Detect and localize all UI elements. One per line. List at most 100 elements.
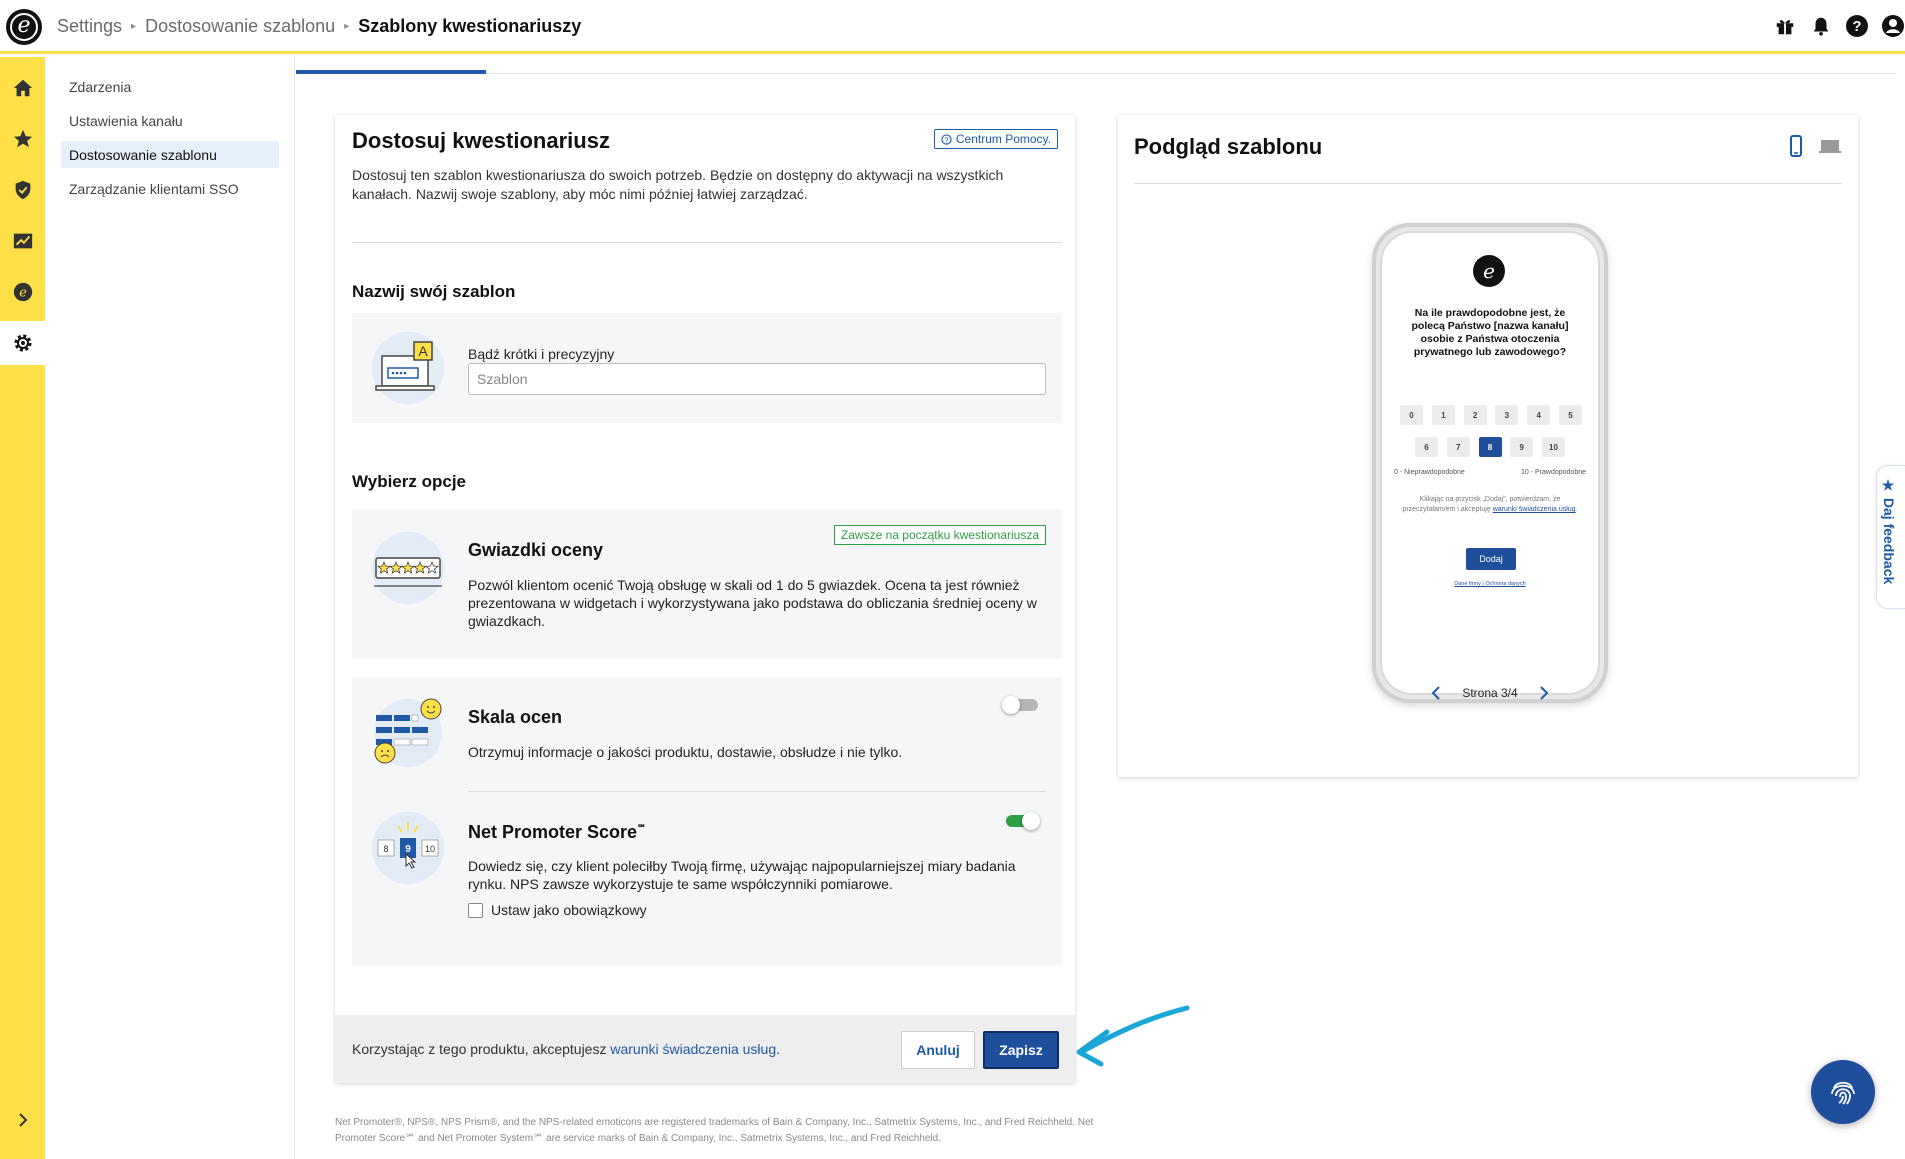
analytics-chart-icon[interactable]: [0, 219, 45, 263]
breadcrumb: Settings ▸ Dostosowanie szablonu ▸ Szabl…: [57, 16, 581, 37]
next-page-chevron-icon[interactable]: [1538, 685, 1550, 701]
star-icon[interactable]: [0, 117, 45, 161]
option-scale-nps-panel: Skala ocen Otrzymuj informacje o jakości…: [352, 677, 1062, 965]
main-content: Dostosuj kwestionariusz ? Centrum Pomocy…: [296, 57, 1905, 1159]
help-center-button[interactable]: ? Centrum Pomocy.: [933, 129, 1058, 149]
option-stars-panel: Gwiazdki oceny Zawsze na początku kwesti…: [352, 510, 1062, 658]
preview-title: Podgląd szablonu: [1134, 134, 1323, 159]
breadcrumb-separator-icon: ▸: [344, 21, 350, 32]
settings-gear-icon[interactable]: [0, 321, 45, 365]
card-title: Dostosuj kwestionariusz: [352, 128, 610, 153]
top-bar: e Settings ▸ Dostosowanie szablonu ▸ Sza…: [0, 0, 1905, 54]
fingerprint-fab-icon[interactable]: [1811, 1060, 1875, 1124]
nps-illustration-icon: 8 9 10: [372, 812, 444, 884]
preview-score-6[interactable]: 6: [1415, 437, 1438, 457]
svg-text:10: 10: [425, 844, 435, 854]
tab-active-indicator[interactable]: [296, 70, 486, 74]
svg-text:A: A: [418, 343, 428, 359]
preview-footer-links[interactable]: Dane firmy | Ochrona danych: [1398, 581, 1582, 587]
preview-score-10[interactable]: 10: [1542, 437, 1565, 457]
desktop-device-icon[interactable]: [1818, 135, 1842, 157]
required-checkbox[interactable]: [468, 902, 483, 918]
breadcrumb-template[interactable]: Dostosowanie szablonu: [145, 16, 335, 37]
option-stars-title: Gwiazdki oceny: [468, 540, 604, 560]
phone-screen: e Na ile prawdopodobne jest, że polecą P…: [1382, 233, 1598, 693]
mobile-device-icon[interactable]: [1786, 135, 1806, 157]
option-scale-title: Skala ocen: [468, 707, 563, 727]
preview-score-5[interactable]: 5: [1558, 405, 1582, 425]
help-circle-icon: ?: [941, 133, 952, 145]
preview-score-1[interactable]: 1: [1431, 405, 1455, 425]
preview-score-7[interactable]: 7: [1446, 437, 1470, 457]
preview-score-4[interactable]: 4: [1527, 405, 1551, 425]
device-switcher: [1786, 135, 1842, 157]
option-stars-desc: Pozwól klientom ocenić Twoją obsługę w s…: [468, 577, 1037, 629]
tab-underline: [296, 73, 1896, 74]
template-name-input[interactable]: [468, 363, 1046, 395]
intro-text: Dostosuj ten szablon kwestionariusza do …: [352, 167, 1004, 202]
preview-add-button[interactable]: Dodaj: [1466, 548, 1516, 570]
preview-brand-logo: e: [1473, 255, 1505, 287]
cancel-button[interactable]: Anuluj: [901, 1031, 975, 1069]
top-icons: ?: [1773, 14, 1905, 38]
page-indicator: Strona 3/4: [1462, 686, 1518, 700]
options-heading: Wybierz opcje: [352, 472, 466, 491]
preview-score-9[interactable]: 9: [1510, 437, 1534, 457]
required-checkbox-label: Ustaw jako obowiązkowy: [491, 902, 647, 918]
preview-score-0[interactable]: 0: [1400, 405, 1423, 425]
subnav-item-events[interactable]: Zdarzenia: [61, 73, 279, 100]
nps-required-row[interactable]: Ustaw jako obowiązkowy: [468, 902, 647, 918]
brand-logo[interactable]: e: [6, 9, 42, 45]
preview-scale-row-1: 0 1 2 3 4 5: [1400, 405, 1582, 425]
help-icon[interactable]: ?: [1845, 14, 1869, 38]
preview-pager: Strona 3/4: [1430, 685, 1550, 701]
preview-scale-labels: 0 - Nieprawdopodobne 10 - Prawdopodobne: [1394, 469, 1586, 476]
option-nps-title: Net Promoter Score℠: [468, 822, 647, 842]
breadcrumb-current: Szablony kwestionariuszy: [358, 16, 582, 36]
option-scale-desc: Otrzymuj informacje o jakości produktu, …: [468, 744, 903, 760]
svg-text:9: 9: [405, 844, 411, 855]
trademark-notice: Net Promoter®, NPS®, NPS Prism®, and the…: [335, 1117, 1094, 1144]
preview-divider: [1134, 183, 1842, 184]
shield-check-icon[interactable]: [0, 168, 45, 212]
preview-score-3[interactable]: 3: [1495, 405, 1519, 425]
template-name-label: Bądź krótki i precyzyjny: [468, 346, 615, 362]
prev-page-chevron-icon[interactable]: [1430, 685, 1442, 701]
nps-toggle[interactable]: [1002, 812, 1040, 830]
brand-circle-icon[interactable]: e: [0, 270, 45, 314]
form-footer: Korzystając z tego produktu, akceptujesz…: [335, 1015, 1075, 1083]
svg-text:e: e: [19, 286, 27, 301]
preview-consent-text: Klikając na przycisk „Dodaj”, potwierdza…: [1402, 496, 1578, 513]
user-account-icon[interactable]: [1881, 14, 1905, 38]
svg-text:?: ?: [1852, 18, 1861, 35]
laptop-label-illustration-icon: A: [372, 332, 444, 404]
annotation-arrow-icon: [1076, 1005, 1190, 1067]
settings-subnav: Zdarzenia Ustawienia kanału Dostosowanie…: [45, 57, 295, 1159]
subnav-item-template-customization[interactable]: Dostosowanie szablonu: [61, 141, 279, 168]
template-preview-card: Podgląd szablonu e Na ile prawdopodobne …: [1118, 115, 1858, 777]
save-button[interactable]: Zapisz: [983, 1031, 1059, 1069]
left-rail: e: [0, 57, 45, 1159]
terms-link[interactable]: warunki świadczenia usług: [610, 1041, 776, 1057]
expand-rail-chevron-icon[interactable]: [0, 1105, 45, 1135]
breadcrumb-settings[interactable]: Settings: [57, 16, 122, 37]
name-template-panel: A Bądź krótki i precyzyjny: [352, 313, 1062, 423]
preview-score-8-selected[interactable]: 8: [1478, 437, 1502, 457]
always-first-badge: Zawsze na początku kwestionariusza: [833, 525, 1046, 545]
home-icon[interactable]: [0, 66, 45, 110]
preview-question: Na ile prawdopodobne jest, że polecą Pań…: [1411, 307, 1569, 358]
rating-scale-illustration-icon: [374, 698, 442, 767]
terms-notice: Korzystając z tego produktu, akceptujesz…: [352, 1041, 781, 1057]
bell-icon[interactable]: [1809, 14, 1833, 38]
preview-score-2[interactable]: 2: [1463, 405, 1487, 425]
gift-icon[interactable]: [1773, 14, 1797, 38]
scale-toggle[interactable]: [1002, 696, 1040, 714]
star-rating-illustration-icon: [372, 532, 444, 604]
option-divider: [468, 791, 1046, 792]
phone-mockup: e Na ile prawdopodobne jest, że polecą P…: [1372, 223, 1608, 703]
feedback-tab[interactable]: ★ Daj feedback: [1876, 465, 1905, 609]
subnav-item-sso-clients[interactable]: Zarządzanie klientami SSO: [61, 175, 279, 202]
subnav-item-channel-settings[interactable]: Ustawienia kanału: [61, 107, 279, 134]
svg-text:?: ?: [944, 135, 948, 144]
customize-questionnaire-card: Dostosuj kwestionariusz ? Centrum Pomocy…: [335, 115, 1075, 1083]
